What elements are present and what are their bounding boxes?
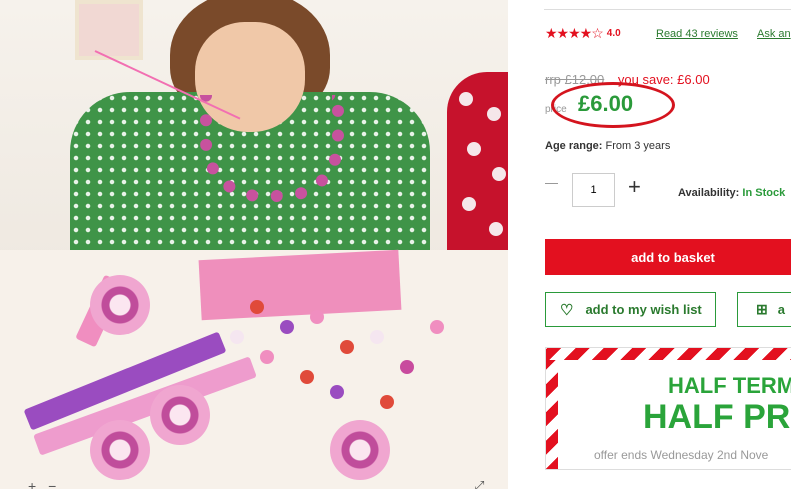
foam-sheet <box>198 249 402 321</box>
foam-bead <box>340 340 354 354</box>
rating-value: 4.0 <box>606 28 621 39</box>
availability-label: Availability: <box>678 187 740 199</box>
expand-icon[interactable]: ⤢ <box>474 478 484 489</box>
foam-bead <box>250 300 264 314</box>
add-to-basket-button[interactable]: add to basket <box>545 239 791 275</box>
age-range-value: From 3 years <box>605 140 671 152</box>
foam-flower <box>90 420 150 480</box>
foam-bead <box>380 395 394 409</box>
banner-line-1: HALF TERM <box>668 373 791 398</box>
banner-line-2: HALF PRI <box>643 398 791 436</box>
foam-bead <box>300 370 314 384</box>
price-highlight-circle <box>551 82 675 128</box>
foam-bead <box>400 360 414 374</box>
wish-list-label: add to my wish list <box>585 302 702 317</box>
divider <box>544 9 791 10</box>
quantity-input[interactable] <box>572 173 615 207</box>
foam-bead <box>260 350 274 364</box>
age-range-label: Age range: <box>545 140 603 152</box>
foam-bead <box>430 320 444 334</box>
foam-bead <box>310 310 324 324</box>
gift-label: a <box>777 302 785 317</box>
ask-question-link[interactable]: Ask an <box>757 28 791 40</box>
foam-bead <box>230 330 244 344</box>
heart-icon: ♡ <box>560 301 574 319</box>
rating-stars-icon: ★★★★☆ <box>545 25 604 41</box>
banner-side-stripes <box>546 360 558 469</box>
age-range: Age range: From 3 years <box>545 140 670 152</box>
gift-icon: ⊞ <box>756 301 768 317</box>
product-image[interactable]: + − ⤢ <box>0 0 508 489</box>
foam-flower <box>90 275 150 335</box>
gift-button[interactable]: ⊞ a <box>737 292 791 327</box>
availability-value: In Stock <box>742 187 786 199</box>
quantity-decrease-button[interactable] <box>545 183 558 184</box>
foam-bead <box>330 385 344 399</box>
picture-frame <box>75 0 143 60</box>
zoom-controls[interactable]: + − <box>28 478 60 489</box>
availability: Availability: In Stock <box>678 187 785 199</box>
banner-stripes <box>546 348 791 360</box>
product-details-panel: ★★★★☆ 4.0 Read 43 reviews Ask an rrp £12… <box>508 0 791 489</box>
rating: ★★★★☆ 4.0 <box>545 25 621 42</box>
banner-offer-text: offer ends Wednesday 2nd Nove <box>594 448 769 462</box>
foam-bead <box>370 330 384 344</box>
wish-list-button[interactable]: ♡ add to my wish list <box>545 292 716 327</box>
read-reviews-link[interactable]: Read 43 reviews <box>656 28 738 40</box>
foam-flower <box>150 385 210 445</box>
quantity-increase-button[interactable]: + <box>628 176 641 198</box>
foam-bead <box>280 320 294 334</box>
foam-flower <box>330 420 390 480</box>
promo-banner[interactable]: HALF TERM HALF PRI offer ends Wednesday … <box>545 347 791 470</box>
